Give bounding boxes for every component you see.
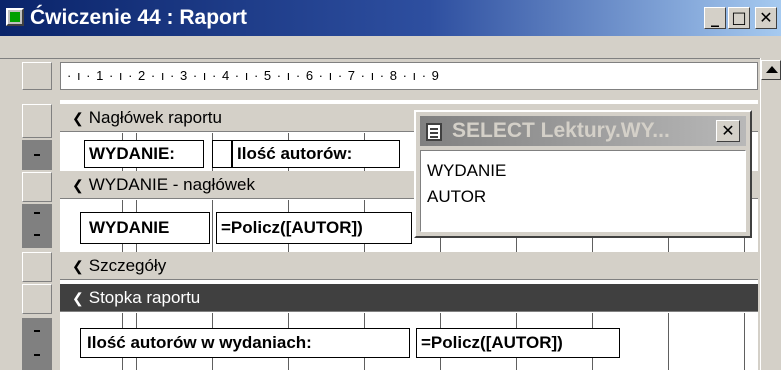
section-selector-detail[interactable]	[22, 252, 52, 282]
textbox-wydanie[interactable]: WYDANIE	[80, 212, 210, 244]
field-item-wydanie[interactable]: WYDANIE	[427, 161, 506, 181]
vertical-ruler-segment	[22, 140, 52, 170]
ruler-tick	[34, 212, 40, 214]
close-button[interactable]: ✕	[755, 7, 777, 29]
scroll-up-arrow-icon[interactable]	[761, 60, 781, 80]
field-list[interactable]: WYDANIE AUTOR	[420, 150, 746, 232]
minimize-button[interactable]: _	[704, 7, 726, 29]
section-label: Nagłówek raportu	[88, 108, 222, 127]
vertical-ruler-segment	[22, 204, 52, 248]
horizontal-ruler[interactable]: · ı · 1 · ı · 2 · ı · 3 · ı · 4 · ı · 5 …	[60, 62, 758, 90]
field-list-title: SELECT Lektury.WY...	[452, 119, 670, 142]
section-selector-group-header[interactable]	[22, 172, 52, 202]
label-empty[interactable]	[212, 140, 232, 168]
section-arrow-icon: ❮	[72, 258, 84, 274]
section-label: Szczegóły	[88, 256, 167, 275]
textbox-footer-policz[interactable]: =Policz([AUTOR])	[416, 328, 620, 358]
vertical-scrollbar[interactable]	[760, 58, 781, 370]
field-list-close-button[interactable]: ✕	[716, 120, 740, 142]
ruler-scale: · ı · 1 · ı · 2 · ı · 3 · ı · 4 · ı · 5 …	[67, 68, 440, 83]
report-icon[interactable]	[6, 8, 24, 26]
field-item-autor[interactable]: AUTOR	[427, 187, 486, 207]
section-bar-detail[interactable]: ❮ Szczegóły	[60, 252, 758, 280]
vertical-ruler-segment	[22, 318, 52, 370]
section-arrow-icon: ❮	[72, 177, 84, 193]
ruler-tick	[34, 330, 40, 332]
label-footer-ilosc[interactable]: Ilość autorów w wydaniach:	[80, 328, 410, 358]
field-list-icon	[426, 123, 442, 141]
ruler-tick	[34, 234, 40, 236]
section-arrow-icon: ❮	[72, 110, 84, 126]
label-wydanie[interactable]: WYDANIE:	[84, 140, 204, 168]
section-label: Stopka raportu	[88, 288, 201, 307]
maximize-button[interactable]: □	[728, 7, 750, 29]
section-arrow-icon: ❮	[72, 290, 84, 306]
ruler-tick	[34, 154, 40, 156]
label-ilosc-autorow[interactable]: Ilość autorów:	[232, 140, 400, 168]
window-title-bar[interactable]: Ćwiczenie 44 : Raport _ □ ✕	[0, 0, 781, 36]
textbox-policz-autor[interactable]: =Policz([AUTOR])	[216, 212, 412, 244]
section-selector-report-footer[interactable]	[22, 284, 52, 314]
window-title: Ćwiczenie 44 : Raport	[30, 6, 248, 29]
section-selector-report-header[interactable]	[22, 104, 52, 138]
ruler-tick	[34, 354, 40, 356]
section-bar-report-footer[interactable]: ❮ Stopka raportu	[60, 284, 758, 312]
section-label: WYDANIE - nagłówek	[88, 175, 256, 194]
report-selector-box[interactable]	[22, 62, 52, 90]
